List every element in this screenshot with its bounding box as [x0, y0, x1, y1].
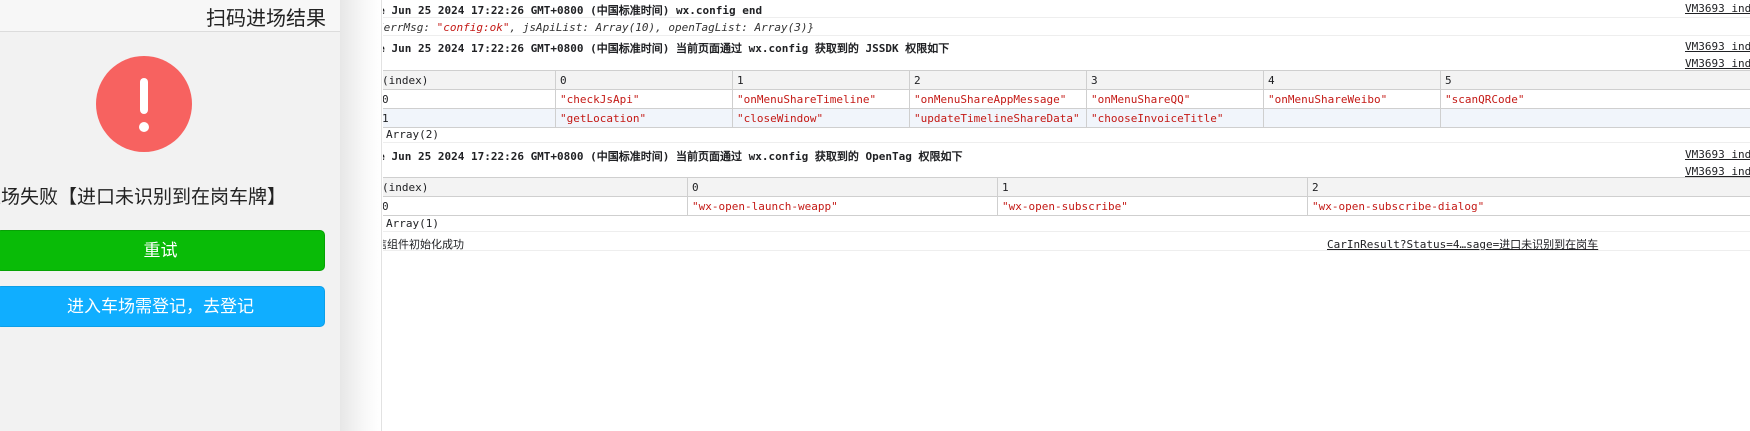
console-source-link[interactable]: CarInResult?Status=4…sage=进口未识别到在岗车 [1327, 236, 1598, 252]
console-source-link[interactable]: VM3693 ind [1685, 40, 1750, 53]
retry-button[interactable]: 重试 [0, 230, 325, 271]
console-source-link[interactable]: VM3693 ind [1685, 2, 1750, 15]
table-header-row: (index) 0 1 2 [383, 177, 1750, 197]
column-header[interactable]: 2 [909, 70, 1087, 90]
table-cell: "checkJsApi" [555, 89, 733, 109]
table-cell: "wx-open-launch-weapp" [687, 196, 998, 216]
table-cell: 0 [383, 196, 688, 216]
column-header[interactable]: 4 [1263, 70, 1441, 90]
table-cell: 0 [383, 89, 556, 109]
console-line-jssdk: ▼ Tue Jun 25 2024 17:22:26 GMT+0800 (中国标… [383, 37, 1750, 55]
array-toggle-row[interactable]: ▶ Array(1) [383, 215, 1750, 232]
object-errmsg: "config:ok" [436, 21, 510, 34]
column-header[interactable]: (index) [383, 177, 688, 197]
column-header[interactable]: 2 [1307, 177, 1750, 197]
opentag-table: (index) 0 1 2 0 "wx-open-launch-weapp" "… [383, 177, 1750, 216]
column-header[interactable]: 0 [555, 70, 733, 90]
object-open: {errMsg: [383, 21, 430, 34]
jssdk-table: (index) 0 1 2 3 4 5 0 "checkJsApi" "onMe… [383, 70, 1750, 128]
table-row: 0 "checkJsApi" "onMenuShareTimeline" "on… [383, 89, 1750, 109]
console-source-link[interactable]: VM3693 ind [1685, 148, 1750, 161]
column-header[interactable]: 3 [1086, 70, 1264, 90]
console-line-init: 微信组件初始化成功 CarInResult?Status=4…sage=进口未识… [383, 233, 1750, 251]
pane-divider [340, 0, 382, 431]
console-line-text: 微信组件初始化成功 [383, 238, 464, 251]
console-object-preview: {errMsg: "config:ok", jsApiList: Array(1… [383, 21, 814, 34]
table-cell: "onMenuShareWeibo" [1263, 89, 1441, 109]
object-rest: , jsApiList: Array(10), openTagList: Arr… [509, 21, 815, 34]
array-toggle-row[interactable]: ▶ Array(2) [383, 126, 1750, 143]
table-cell: "onMenuShareQQ" [1086, 89, 1264, 109]
table-cell: "onMenuShareAppMessage" [909, 89, 1087, 109]
table-cell: "closeWindow" [732, 108, 910, 128]
console-line-config-end: ▼ Tue Jun 25 2024 17:22:26 GMT+0800 (中国标… [383, 0, 1750, 18]
devtools-console: ▼ Tue Jun 25 2024 17:22:26 GMT+0800 (中国标… [383, 0, 1750, 431]
page-title: 扫码进场结果 [206, 6, 326, 30]
table-cell: "getLocation" [555, 108, 733, 128]
column-header[interactable]: 1 [732, 70, 910, 90]
table-cell: "updateTimelineShareData" [909, 108, 1087, 128]
table-cell: "scanQRCode" [1440, 89, 1750, 109]
table-cell [1440, 108, 1750, 128]
table-cell: "chooseInvoiceTitle" [1086, 108, 1264, 128]
column-header[interactable]: 0 [687, 177, 998, 197]
table-header-row: (index) 0 1 2 3 4 5 [383, 70, 1750, 90]
table-row: 0 "wx-open-launch-weapp" "wx-open-subscr… [383, 196, 1750, 216]
array-label: Array(2) [386, 128, 439, 141]
array-label: Array(1) [386, 217, 439, 230]
column-header[interactable]: 5 [1440, 70, 1750, 90]
exclamation-dot [139, 122, 149, 132]
column-header[interactable]: 1 [997, 177, 1308, 197]
console-line-text: Tue Jun 25 2024 17:22:26 GMT+0800 (中国标准时… [383, 150, 963, 163]
console-line-opentag: ▼ Tue Jun 25 2024 17:22:26 GMT+0800 (中国标… [383, 145, 1750, 163]
fail-message: 进场失败【进口未识别到在岗车牌】 [0, 186, 287, 208]
table-cell: "wx-open-subscribe-dialog" [1307, 196, 1750, 216]
register-button[interactable]: 进入车场需登记，去登记 [0, 286, 325, 327]
exclamation-bar [140, 78, 148, 114]
table-cell: 1 [383, 108, 556, 128]
exclamation-warn-icon [96, 56, 192, 152]
page-title-bar: 扫码进场结果 [0, 0, 340, 32]
console-line-text: Tue Jun 25 2024 17:22:26 GMT+0800 (中国标准时… [383, 4, 763, 17]
console-object-row[interactable]: ▶ {errMsg: "config:ok", jsApiList: Array… [383, 18, 1750, 36]
table-row: 1 "getLocation" "closeWindow" "updateTim… [383, 108, 1750, 128]
table-cell: "wx-open-subscribe" [997, 196, 1308, 216]
mobile-page: 扫码进场结果 进场失败【进口未识别到在岗车牌】 重试 进入车场需登记，去登记 [0, 0, 340, 431]
console-line-text: Tue Jun 25 2024 17:22:26 GMT+0800 (中国标准时… [383, 42, 950, 55]
table-cell: "onMenuShareTimeline" [732, 89, 910, 109]
column-header[interactable]: (index) [383, 70, 556, 90]
table-cell [1263, 108, 1441, 128]
console-source-link[interactable]: VM3693 ind [1685, 57, 1750, 70]
